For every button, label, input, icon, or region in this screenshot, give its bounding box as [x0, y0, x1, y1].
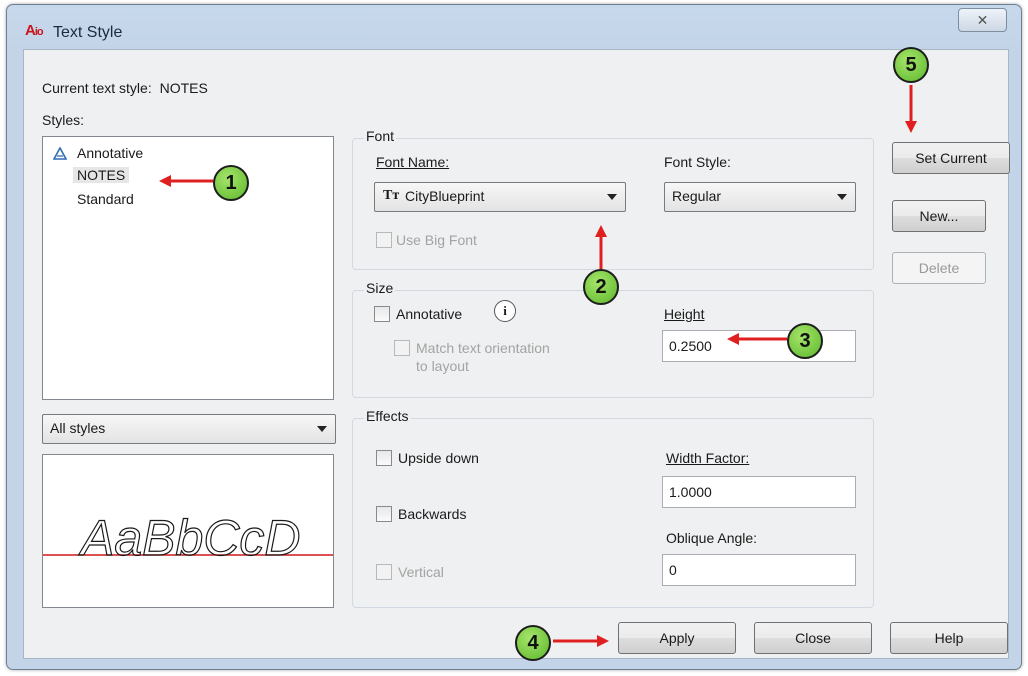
font-style-label: Font Style:	[664, 154, 731, 170]
match-orientation-label-line2: to layout	[416, 358, 469, 374]
style-item-standard[interactable]: Standard	[77, 191, 134, 207]
chevron-down-icon	[317, 426, 327, 432]
backwards-label: Backwards	[398, 506, 467, 522]
current-style-value: NOTES	[159, 80, 208, 96]
callout-arrow-4	[553, 635, 609, 647]
font-style-value: Regular	[672, 188, 722, 204]
callout-badge-4: 4	[515, 625, 551, 661]
size-group-title: Size	[364, 280, 396, 296]
new-button[interactable]: New...	[892, 200, 986, 232]
height-label: Height	[664, 306, 705, 322]
callout-badge-5: 5	[893, 47, 929, 83]
chevron-down-icon	[607, 194, 617, 200]
current-style-label: Current text style:	[42, 80, 152, 96]
font-group-title: Font	[364, 128, 397, 144]
autocad-app-icon: Aio	[25, 22, 44, 39]
width-factor-value: 1.0000	[669, 484, 712, 500]
close-window-button[interactable]: ✕	[958, 8, 1007, 32]
annotative-checkbox[interactable]	[374, 306, 390, 322]
width-factor-label: Width Factor:	[666, 450, 750, 466]
oblique-angle-label: Oblique Angle:	[666, 530, 758, 546]
dialog-body: Current text style: NOTES Styles: Annota…	[23, 49, 1010, 659]
styles-filter-dropdown[interactable]: All styles	[42, 414, 336, 444]
text-style-dialog: Aio Text Style ✕ Current text style: NOT…	[6, 4, 1022, 670]
current-style-line: Current text style: NOTES	[42, 80, 208, 96]
effects-group-title: Effects	[364, 408, 411, 424]
preview-canvas: AaBbCcD	[43, 509, 333, 567]
style-item-notes[interactable]: NOTES	[73, 167, 130, 183]
font-name-value: CityBlueprint	[405, 188, 485, 204]
callout-arrow-2	[595, 225, 607, 269]
callout-arrow-3	[727, 333, 787, 345]
font-name-dropdown[interactable]: Tт CityBlueprint	[374, 182, 626, 212]
style-item-annotative[interactable]: Annotative	[77, 145, 143, 161]
callout-arrow-5	[905, 85, 917, 133]
match-orientation-label-line1: Match text orientation	[416, 340, 550, 356]
callout-arrow-1	[159, 175, 213, 187]
font-name-label: Font Name:	[376, 154, 450, 170]
width-factor-input[interactable]: 1.0000	[662, 476, 856, 508]
truetype-font-icon: Tт	[383, 188, 400, 203]
set-current-button[interactable]: Set Current	[892, 142, 1010, 174]
preview-sample-text: AaBbCcD	[78, 510, 301, 566]
apply-button[interactable]: Apply	[618, 622, 736, 654]
annotative-icon	[52, 146, 68, 161]
font-style-dropdown[interactable]: Regular	[664, 182, 856, 212]
oblique-angle-input[interactable]: 0	[662, 554, 856, 586]
match-orientation-checkbox[interactable]	[394, 340, 410, 356]
upside-down-checkbox[interactable]	[376, 450, 392, 466]
callout-badge-1: 1	[213, 165, 249, 201]
oblique-angle-value: 0	[669, 562, 677, 578]
upside-down-label: Upside down	[398, 450, 479, 466]
title-bar: Aio Text Style ✕	[7, 5, 1021, 47]
vertical-label: Vertical	[398, 564, 444, 580]
delete-button[interactable]: Delete	[892, 252, 986, 284]
vertical-checkbox[interactable]	[376, 564, 392, 580]
help-button[interactable]: Help	[890, 622, 1008, 654]
styles-filter-value: All styles	[50, 420, 106, 436]
use-big-font-checkbox[interactable]	[376, 232, 392, 248]
use-big-font-label: Use Big Font	[396, 232, 477, 248]
callout-badge-3: 3	[787, 323, 823, 359]
chevron-down-icon	[837, 194, 847, 200]
close-button[interactable]: Close	[754, 622, 872, 654]
height-value: 0.2500	[669, 338, 712, 354]
backwards-checkbox[interactable]	[376, 506, 392, 522]
styles-label: Styles:	[42, 112, 85, 128]
annotative-label: Annotative	[396, 306, 463, 322]
dialog-title: Text Style	[53, 24, 123, 41]
info-icon[interactable]: i	[494, 300, 516, 322]
callout-badge-2: 2	[583, 269, 619, 305]
style-preview: AaBbCcD	[42, 454, 334, 608]
